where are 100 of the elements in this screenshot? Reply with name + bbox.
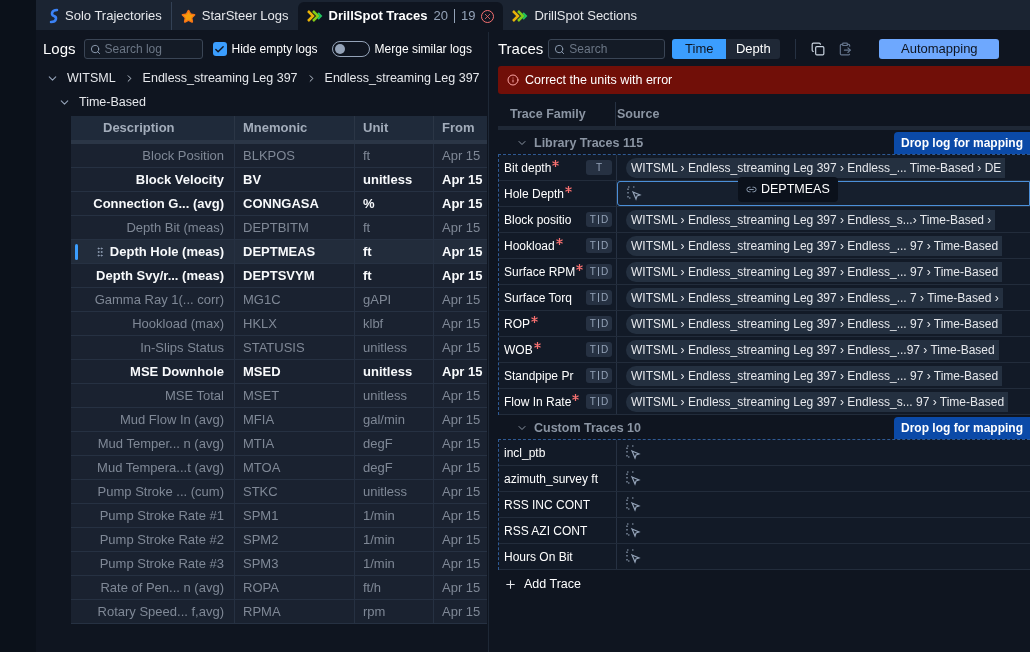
table-cell-text: rpm [363,602,386,621]
table-row[interactable]: Gamma Ray 1(... corr) MG1C gAPI Apr 15 [71,288,487,312]
table-cell-text: DEPTSVYM [243,266,315,285]
table-cell-text: Gamma Ray 1(... corr) [94,290,224,309]
table-cell-text: Apr 15 [442,266,483,285]
table-row[interactable]: Rate of Pen... n (avg) ROPA ft/h Apr 15 [71,576,487,600]
search-field[interactable]: Search [548,39,666,59]
tree-item[interactable]: Time-Based [79,92,146,112]
table-row[interactable]: Pump Stroke ... (cum) STKC unitless Apr 15 [71,480,487,504]
table-row[interactable]: Depth Hole (meas) DEPTMEAS ft Apr 15 [71,240,487,264]
panel-title: Traces [498,38,544,59]
breadcrumb-item[interactable]: WITSML [67,68,116,88]
table-row[interactable]: In-Slips Status STATUSIS unitless Apr 15 [71,336,487,360]
source-path[interactable]: WITSML › Endless_streaming Leg 397 › Endless_... Time-Based › DE [626,157,1006,178]
table-cell-text: Block Velocity [135,170,224,189]
table-cell-text: SPM3 [243,554,279,573]
tab[interactable]: StarSteer Logs [171,2,298,30]
source-path[interactable]: WITSML › Endless_streaming Leg 397 › Endless_s... 97 › Time-Based [626,391,1009,412]
source-path[interactable]: WITSML › Endless_streaming Leg 397 › Endless_...97 › Time-Based [626,339,999,360]
table-row[interactable]: Pump Stroke Rate #1 SPM1 1/min Apr 15 [71,504,487,528]
source-path[interactable]: WITSML › Endless_streaming Leg 397 › Endless_... 97 › Time-Based [626,365,1003,386]
trace-name: Standpipe Pr [504,367,574,385]
tab-count: 20 [433,7,448,26]
column-header[interactable]: Unit [354,116,433,140]
paste-icon[interactable] [838,42,853,56]
table-row[interactable]: Block Position BLKPOS ft Apr 15 [71,144,487,168]
table-cell-text: MSED [243,362,281,381]
table-row[interactable]: Mud Tempera...t (avg) MTOA degF Apr 15 [71,456,487,480]
table-row[interactable]: Depth Svy/r... (meas) DEPTSVYM ft Apr 15 [71,264,487,288]
mode-badge: T D [586,238,612,253]
table-cell-text: Pump Stroke Rate #1 [99,506,224,525]
table-cell-text: Pump Stroke ... (cum) [97,482,224,501]
checkbox[interactable] [212,42,227,56]
table-row[interactable]: Mud Flow In (avg) MFIA gal/min Apr 15 [71,408,487,432]
table-cell-text: Mud Tempera...t (avg) [97,458,224,477]
column-header[interactable]: Mnemonic [234,116,354,140]
table-row[interactable]: MSE Downhole MSED unitless Apr 15 [71,360,487,384]
column-header[interactable]: Source [616,102,660,126]
drag-tooltip: DEPTMEAS [738,177,838,202]
table-cell-text: MSET [243,386,280,405]
column-header[interactable]: Trace Family [498,102,616,126]
automapping-button[interactable]: Automapping [879,39,1000,59]
table-cell-text: Apr 15 [442,578,481,597]
table-row[interactable]: Block Velocity BV unitless Apr 15 [71,168,487,192]
tab[interactable]: DrillSpot Sections [503,2,647,30]
add-trace-button[interactable]: Add Trace [498,572,581,596]
chevrons-icon [512,10,529,22]
search-field[interactable]: Search log [83,39,203,59]
column-header[interactable]: From [433,116,487,140]
table-row[interactable]: Hookload (max) HKLX klbf Apr 15 [71,312,487,336]
breadcrumb-item[interactable]: Endless_streaming Leg 397 [324,68,480,88]
tab-count: 19 [461,7,476,26]
table-cell-text: Apr 15 [442,482,481,501]
table-cell-text: 1/min [363,554,395,573]
search-icon [554,44,566,55]
table-cell-text: Block Position [142,146,224,165]
table-row[interactable]: Rotary Speed... f,avg) RPMA rpm Apr 15 [71,600,487,624]
table-cell-text: Apr 15 [442,218,481,237]
source-path[interactable]: WITSML › Endless_streaming Leg 397 › Endless_... 7 › Time-Based › [626,287,1003,308]
table-cell-text: % [363,194,375,213]
table-cell-text: Apr 15 [442,458,481,477]
mode-toggle[interactable]: Time [672,39,727,59]
mode-badge: T [586,160,612,175]
table-cell-text: MTOA [243,458,281,477]
tab-label: DrillSpot Traces [328,7,428,26]
table-cell-text: DEPTMEAS [243,242,316,261]
tab[interactable]: DrillSpot Traces 20 19 [297,2,504,30]
tab[interactable]: Solo Trajectories [40,2,172,30]
trace-name: RSS AZI CONT [504,522,588,540]
tab-label: DrillSpot Sections [534,7,638,26]
mode-toggle[interactable]: Depth [726,39,781,59]
drop-hint-badge: Drop log for mapping [894,132,1030,154]
table-row[interactable]: Pump Stroke Rate #2 SPM2 1/min Apr 15 [71,528,487,552]
table-row[interactable]: Mud Temper... n (avg) MTIA degF Apr 15 [71,432,487,456]
source-path[interactable]: WITSML › Endless_streaming Leg 397 › Endless_s...› Time-Based › [626,209,996,230]
table-cell-text: Rotary Speed... f,avg) [97,602,224,621]
trace-name: Hookload [504,237,555,255]
table-row[interactable]: Connection G... (avg) CONNGASA % Apr 15 [71,192,487,216]
table-cell-text: gal/min [363,410,405,429]
drop-target-icon [626,497,641,512]
copy-icon[interactable] [811,42,826,56]
trace-name: WOB [504,341,533,359]
table-cell-text: Apr 15 [442,410,481,429]
table-cell-text: Apr 15 [442,434,481,453]
table-cell-text: klbf [363,314,384,333]
search-icon [89,44,101,55]
table-cell-text: degF [363,458,393,477]
source-path[interactable]: WITSML › Endless_streaming Leg 397 › Endless_... 97 › Time-Based [626,261,1003,282]
table-cell-text: BV [243,170,262,189]
table-cell-text: degF [363,434,393,453]
breadcrumb-item[interactable]: Endless_streaming Leg 397 [142,68,298,88]
table-cell-text: Apr 15 [442,362,483,381]
table-cell-text: Apr 15 [442,602,481,621]
table-row[interactable]: MSE Total MSET unitless Apr 15 [71,384,487,408]
table-row[interactable]: Pump Stroke Rate #3 SPM3 1/min Apr 15 [71,552,487,576]
source-path[interactable]: WITSML › Endless_streaming Leg 397 › Endless_... 97 › Time-Based [626,235,1003,256]
source-path[interactable]: WITSML › Endless_streaming Leg 397 › Endless_... 97 › Time-Based [626,313,1003,334]
column-header[interactable]: Description [71,116,234,140]
drop-target-icon [626,445,641,460]
info-icon [507,74,519,86]
